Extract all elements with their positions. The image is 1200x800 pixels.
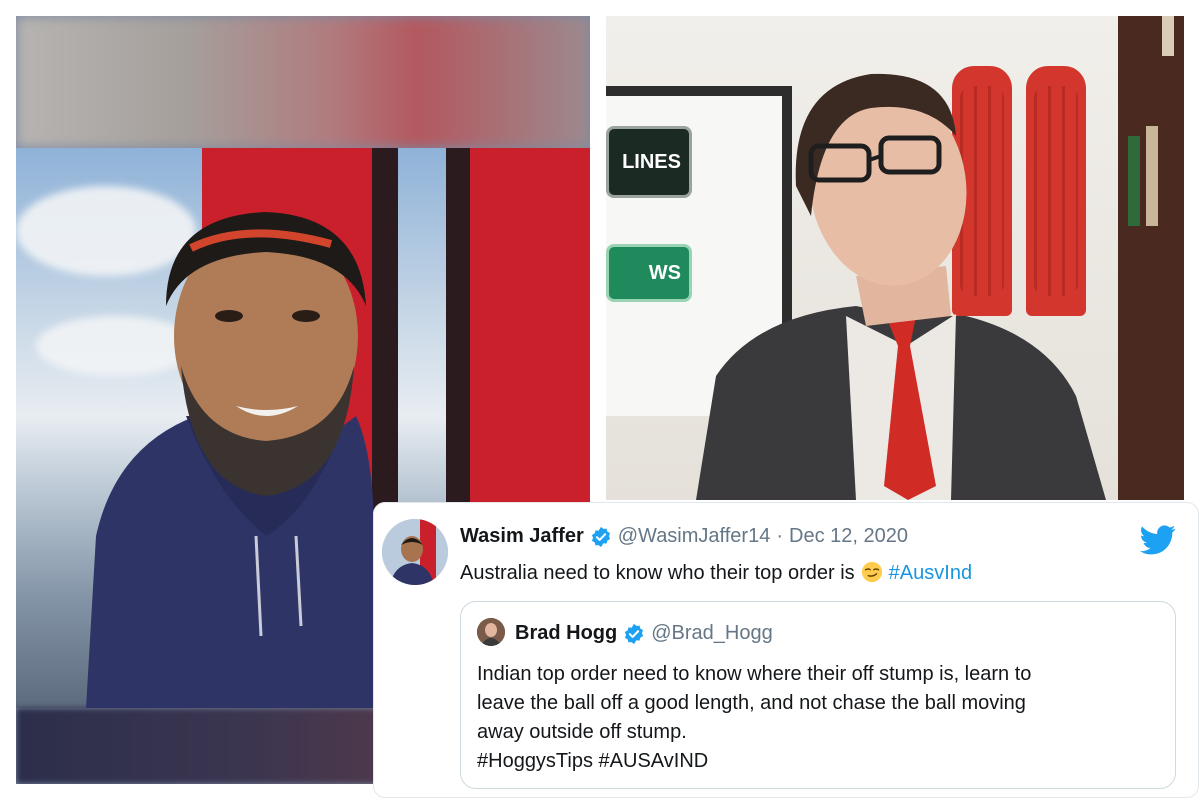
quoted-tweet-header: Brad Hogg @Brad_Hogg bbox=[515, 622, 773, 645]
twitter-bird-icon[interactable] bbox=[1140, 525, 1176, 555]
quoted-author-handle[interactable]: @Brad_Hogg bbox=[651, 622, 772, 645]
tweet-text-body: Australia need to know who their top ord… bbox=[460, 562, 855, 584]
quoted-tweet-body: Indian top order need to know where thei… bbox=[477, 660, 1157, 776]
smirking-face-emoji-icon bbox=[861, 561, 882, 583]
quoted-text-line: leave the ball off a good length, and no… bbox=[477, 692, 1026, 714]
tweet-card[interactable]: Wasim Jaffer @WasimJaffer14 · Dec 12, 20… bbox=[373, 502, 1199, 798]
quoted-text-line: away outside off stump. bbox=[477, 721, 687, 743]
verified-badge-icon bbox=[591, 526, 610, 547]
tweet-separator: · bbox=[776, 525, 783, 547]
tweet-hashtag[interactable]: #AusvInd bbox=[889, 562, 972, 584]
quoted-hashtags[interactable]: #HoggysTips #AUSAvIND bbox=[477, 747, 1157, 776]
quoted-text-line: Indian top order need to know where thei… bbox=[477, 663, 1032, 685]
verified-badge-icon bbox=[625, 623, 644, 644]
tweet-header: Wasim Jaffer @WasimJaffer14 · Dec 12, 20… bbox=[460, 525, 908, 548]
tweet-text: Australia need to know who their top ord… bbox=[460, 561, 972, 585]
tweet-author-name[interactable]: Wasim Jaffer bbox=[460, 525, 584, 548]
brad-hogg-photo: LINES WS bbox=[606, 16, 1184, 500]
wasim-avatar[interactable] bbox=[382, 519, 448, 585]
quoted-tweet[interactable]: Brad Hogg @Brad_Hogg Indian top order ne… bbox=[460, 601, 1176, 789]
person-brad-illustration bbox=[696, 73, 1106, 500]
tweet-author-handle[interactable]: @WasimJaffer14 bbox=[618, 525, 771, 548]
brad-hogg-avatar[interactable] bbox=[477, 618, 505, 646]
tweet-date[interactable]: Dec 12, 2020 bbox=[789, 525, 908, 548]
quoted-author-name[interactable]: Brad Hogg bbox=[515, 622, 617, 645]
